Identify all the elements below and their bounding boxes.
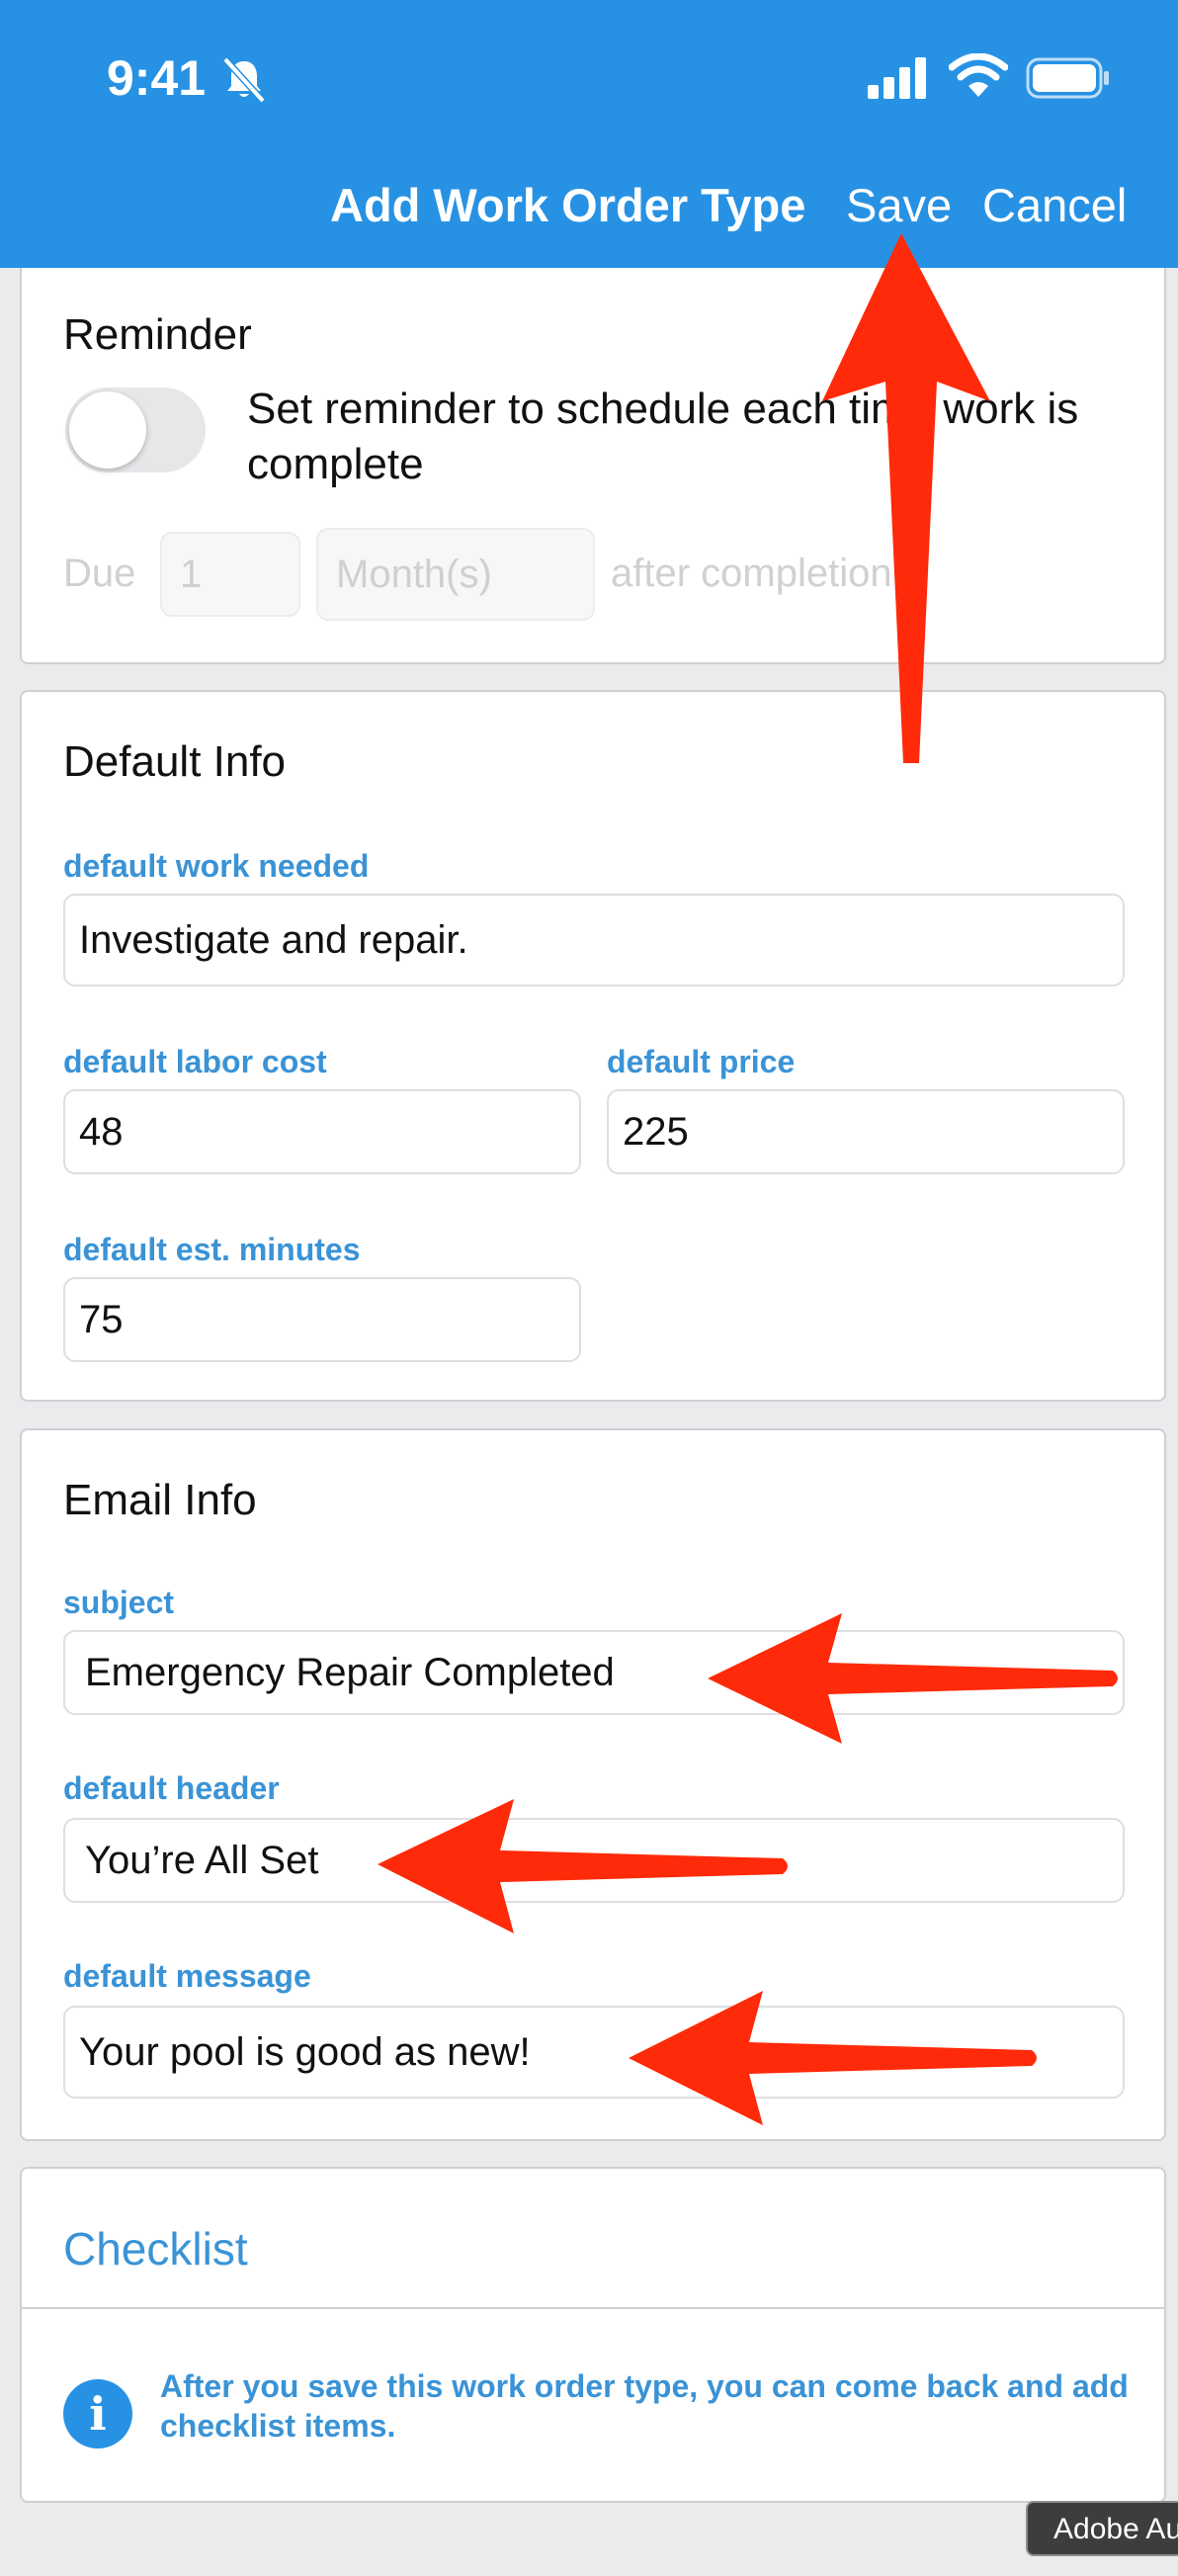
work-needed-label: default work needed xyxy=(63,848,370,884)
default-message-input[interactable]: Your pool is good as new! xyxy=(63,2006,1125,2099)
after-completion-label: after completion xyxy=(611,552,892,595)
checklist-info-text: After you save this work order type, you… xyxy=(160,2368,1129,2444)
wifi-icon xyxy=(949,53,1008,97)
default-info-card: Default Info default work needed Investi… xyxy=(20,690,1166,1402)
email-info-title: Email Info xyxy=(63,1476,257,1524)
toggle-knob xyxy=(69,391,146,469)
checklist-card: Checklist i After you save this work ord… xyxy=(20,2167,1166,2503)
save-button[interactable]: Save xyxy=(846,178,952,232)
default-header-input[interactable]: You’re All Set xyxy=(63,1818,1125,1903)
cellular-signal-icon xyxy=(868,57,926,99)
default-header-label: default header xyxy=(63,1770,280,1806)
due-label: Due xyxy=(63,552,136,595)
bell-muted-icon xyxy=(222,56,266,104)
due-quantity-input[interactable]: 1 xyxy=(160,532,300,617)
battery-icon xyxy=(1026,57,1109,99)
subject-input[interactable]: Emergency Repair Completed xyxy=(63,1630,1125,1715)
est-minutes-input[interactable]: 75 xyxy=(63,1277,581,1362)
reminder-toggle[interactable] xyxy=(65,387,206,472)
subject-label: subject xyxy=(63,1585,175,1620)
price-input[interactable]: 225 xyxy=(607,1089,1125,1174)
labor-cost-label: default labor cost xyxy=(63,1044,327,1079)
email-info-card: Email Info subject Emergency Repair Comp… xyxy=(20,1428,1166,2141)
due-unit-select[interactable]: Month(s) xyxy=(316,528,595,621)
info-icon: i xyxy=(63,2379,132,2448)
status-time: 9:41 xyxy=(107,50,207,106)
price-label: default price xyxy=(607,1044,796,1079)
reminder-title: Reminder xyxy=(63,310,252,359)
reminder-description: Set reminder to schedule each time work … xyxy=(247,385,1079,488)
work-needed-input[interactable]: Investigate and repair. xyxy=(63,894,1125,987)
overlay-tag: Adobe Au xyxy=(1026,2501,1178,2556)
labor-cost-input[interactable]: 48 xyxy=(63,1089,581,1174)
app-header: 9:41 Add Work Order Type Save Cancel xyxy=(0,0,1178,268)
bottom-strip xyxy=(0,2531,1178,2576)
checklist-title[interactable]: Checklist xyxy=(63,2222,248,2275)
reminder-card: Reminder Set reminder to schedule each t… xyxy=(20,247,1166,664)
page-title: Add Work Order Type xyxy=(330,179,806,231)
divider xyxy=(22,2307,1164,2309)
default-info-title: Default Info xyxy=(63,737,287,786)
cancel-button[interactable]: Cancel xyxy=(982,178,1127,232)
est-minutes-label: default est. minutes xyxy=(63,1232,361,1267)
default-message-label: default message xyxy=(63,1958,311,1994)
